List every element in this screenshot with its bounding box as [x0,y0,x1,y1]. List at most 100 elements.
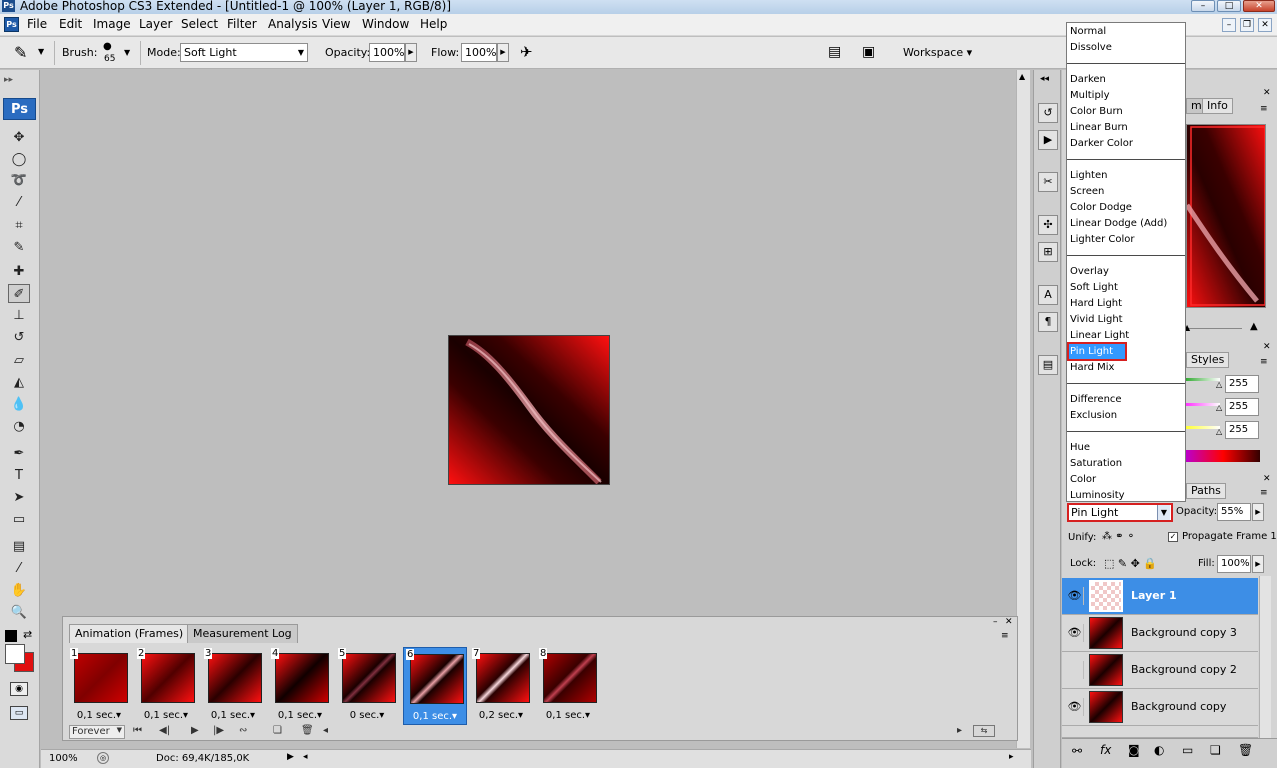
red-value[interactable]: 255 [1225,375,1259,393]
frame-delay[interactable]: 0,1 sec.▾ [68,710,130,721]
blend-option-dissolve[interactable]: Dissolve [1069,40,1185,55]
animation-frame[interactable]: 2 0,1 sec.▾ [135,647,199,725]
menu-filter[interactable]: Filter [227,17,257,31]
notes-tool-icon[interactable]: ▤ [8,537,30,556]
blend-option-multiply[interactable]: Multiply [1069,88,1185,103]
hand-tool-icon[interactable]: ✋ [8,581,30,600]
layer-name[interactable]: Background copy 3 [1131,626,1237,639]
red-slider-track[interactable] [1186,378,1220,381]
blend-option-linear-dodge-add[interactable]: Linear Dodge (Add) [1069,216,1185,231]
blend-option-color-dodge[interactable]: Color Dodge [1069,200,1185,215]
blend-option-color-burn[interactable]: Color Burn [1069,104,1185,119]
blue-slider-thumb-icon[interactable]: △ [1216,427,1222,436]
history-brush-tool-icon[interactable]: ↺ [8,328,30,347]
tab-paths[interactable]: Paths [1186,483,1226,499]
eyedropper-tool-icon[interactable]: ⁄ [8,559,30,578]
character-panel-icon[interactable]: A [1038,285,1058,305]
preset-dropdown-icon[interactable]: ▼ [38,47,44,56]
navigator-menu-icon[interactable]: ≡ [1260,104,1268,114]
type-tool-icon[interactable]: T [8,466,30,485]
brush-picker-arrow-icon[interactable]: ▼ [124,48,130,57]
blend-option-hard-mix[interactable]: Hard Mix [1069,360,1185,375]
blend-option-darken[interactable]: Darken [1069,72,1185,87]
status-info-icon[interactable]: ◎ [97,752,109,764]
loop-select[interactable]: Forever ▼ [69,725,125,739]
healing-brush-tool-icon[interactable]: ✚ [8,262,30,281]
red-slider-thumb-icon[interactable]: △ [1216,380,1222,389]
panel-minimize-icon[interactable]: – [993,617,998,627]
blend-option-normal[interactable]: Normal [1069,24,1185,39]
animation-frame[interactable]: 3 0,1 sec.▾ [202,647,266,725]
history-panel-icon[interactable]: ↺ [1038,103,1058,123]
navigator-zoom-slider[interactable]: ▲ ▲ [1184,321,1266,333]
layers-menu-icon[interactable]: ≡ [1260,488,1268,498]
layer-row[interactable]: Background copy 2 [1062,652,1258,689]
color-ramp[interactable] [1186,450,1260,462]
lock-icons[interactable]: ⬚ ✎ ✥ 🔒 [1104,557,1157,570]
layer-row[interactable]: 👁 Background copy 3 [1062,615,1258,652]
frame-delay-dropdown-icon[interactable]: ▾ [518,710,523,721]
layer-name[interactable]: Background copy 2 [1131,663,1237,676]
default-colors-icon[interactable] [5,630,17,642]
blend-option-darker-color[interactable]: Darker Color [1069,136,1185,151]
menu-help[interactable]: Help [420,17,447,31]
layer-row[interactable]: 👁 Layer 1 [1062,578,1258,615]
maximize-button[interactable]: □ [1217,0,1241,12]
green-slider-thumb-icon[interactable]: △ [1216,403,1222,412]
frame-delay[interactable]: 0,1 sec.▾ [537,710,599,721]
link-layers-icon[interactable]: ⚯ [1072,744,1082,758]
menu-image[interactable]: Image [93,17,131,31]
blend-option-hard-light[interactable]: Hard Light [1069,296,1185,311]
tool-presets-icon[interactable]: ✂ [1038,172,1058,192]
blend-option-luminosity[interactable]: Luminosity [1069,488,1185,503]
brushes-panel-icon[interactable]: ✣ [1038,215,1058,235]
blur-tool-icon[interactable]: 💧 [8,395,30,414]
frame-delay-dropdown-icon[interactable]: ▾ [452,711,457,722]
lasso-tool-icon[interactable]: ➰ [8,171,30,190]
tween-icon[interactable]: ∾ [239,725,247,736]
next-frame-icon[interactable]: |▶ [213,725,224,736]
flow-slider-icon[interactable]: ▶ [497,43,509,62]
menu-window[interactable]: Window [362,17,409,31]
paint-bucket-tool-icon[interactable]: ◭ [8,373,30,392]
workspace-menu[interactable]: Workspace ▾ [903,46,972,59]
frame-delay[interactable]: 0 sec.▾ [336,710,398,721]
blue-slider-track[interactable] [1186,426,1220,429]
blend-option-soft-light[interactable]: Soft Light [1069,280,1185,295]
frame-delay-dropdown-icon[interactable]: ▾ [116,710,121,721]
scroll-right-icon[interactable]: ▸ [957,725,962,736]
color-close-icon[interactable]: ✕ [1263,342,1271,352]
doc-restore-icon[interactable]: ❐ [1240,18,1254,32]
layer-row-partial[interactable] [1062,726,1258,738]
minimize-button[interactable]: – [1191,0,1215,12]
menu-edit[interactable]: Edit [59,17,82,31]
blend-option-lighter-color[interactable]: Lighter Color [1069,232,1185,247]
document-canvas[interactable] [448,335,610,485]
blend-option-difference[interactable]: Difference [1069,392,1185,407]
frame-delay[interactable]: 0,1 sec.▾ [269,710,331,721]
blend-option-vivid-light[interactable]: Vivid Light [1069,312,1185,327]
tab-measurement-log[interactable]: Measurement Log [187,624,298,643]
blend-option-linear-light[interactable]: Linear Light [1069,328,1185,343]
magic-wand-tool-icon[interactable]: ⁄ [8,193,30,212]
mode-select[interactable]: Soft Light ▼ [180,43,308,62]
frame-delay-dropdown-icon[interactable]: ▾ [317,710,322,721]
ps-document-icon[interactable]: Ps [4,17,19,32]
ps-logo[interactable]: Ps [3,98,36,120]
prev-frame-icon[interactable]: ◀| [159,725,170,736]
animation-frame[interactable]: 7 0,2 sec.▾ [470,647,534,725]
brush-preset-icon[interactable]: ✎ [14,43,27,62]
first-frame-icon[interactable]: ⏮ [133,725,142,736]
play-icon[interactable]: ▶ [191,725,199,736]
crop-tool-icon[interactable]: ⌗ [8,216,30,235]
delete-frame-icon[interactable]: 🗑 [301,725,314,736]
layer-mask-icon[interactable]: ◙ [1128,743,1140,757]
dock-collapse-icon[interactable]: ◂◂ [1040,74,1049,84]
actions-panel-icon[interactable]: ▶ [1038,130,1058,150]
zoom-level[interactable]: 100% [49,753,78,764]
animation-frame[interactable]: 1 0,1 sec.▾ [68,647,132,725]
blend-option-lighten[interactable]: Lighten [1069,168,1185,183]
opacity-slider-icon[interactable]: ▶ [405,43,417,62]
brush-tip-icon[interactable]: ● [103,41,112,52]
frame-delay-dropdown-icon[interactable]: ▾ [585,710,590,721]
